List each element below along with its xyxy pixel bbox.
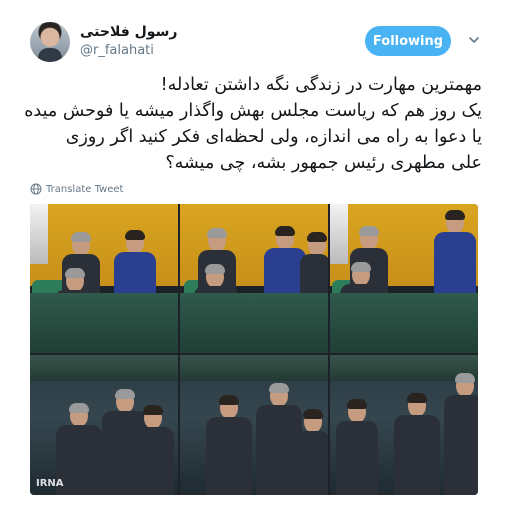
tweet-text: مهمترین مهارت در زندگی نگه داشتن تعادله!…: [22, 72, 482, 176]
tweet-line: یک روز هم که ریاست مجلس بهش واگذار میشه …: [24, 101, 482, 121]
following-button[interactable]: Following: [365, 26, 451, 56]
photo-panel: IRNA: [30, 355, 178, 495]
tweet-line: مهمترین مهارت در زندگی نگه داشتن تعادله!: [160, 75, 482, 95]
translate-label: Translate Tweet: [46, 183, 124, 195]
translate-tweet-link[interactable]: Translate Tweet: [30, 183, 123, 195]
avatar[interactable]: [30, 22, 70, 62]
chevron-down-icon[interactable]: [468, 34, 480, 46]
photo-panel: [180, 355, 328, 495]
tweet-header: رسول فلاحتی @r_falahati Following: [22, 22, 482, 66]
photo-panel: [330, 355, 478, 495]
photo-panel: [30, 204, 178, 353]
globe-icon: [30, 183, 42, 195]
tweet-line: یا دعوا به راه می اندازه، ولی لحظه‌ای فک…: [65, 127, 482, 147]
tweet-photo[interactable]: IRNA: [30, 204, 478, 495]
display-name[interactable]: رسول فلاحتی: [80, 24, 177, 40]
tweet-card: رسول فلاحتی @r_falahati Following مهمتری…: [0, 0, 505, 509]
tweet-line: علی مطهری رئیس جمهور بشه، چی میشه؟: [165, 153, 482, 173]
photo-panel: [180, 204, 328, 353]
user-handle[interactable]: @r_falahati: [80, 43, 154, 58]
photo-panel: [330, 204, 478, 353]
irna-watermark: IRNA: [36, 478, 64, 489]
